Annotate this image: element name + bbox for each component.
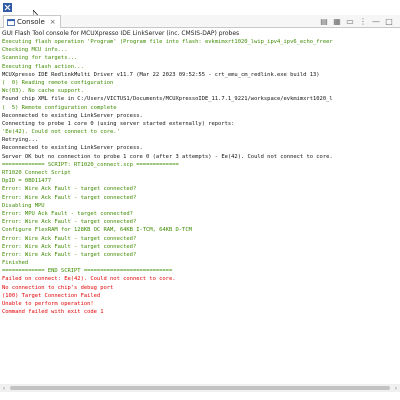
close-icon[interactable]: ×	[50, 18, 56, 26]
console-line: Failed on connect: Ee(42). Could not con…	[2, 276, 176, 283]
maximize-icon[interactable]: □	[384, 16, 394, 26]
console-line: Error: MPU Ack Fault - target connected?	[2, 210, 133, 217]
scroll-right-icon[interactable]: ›	[392, 384, 400, 392]
console-icon	[7, 18, 15, 26]
tab-console-label: Console	[17, 18, 45, 26]
console-line: MCUXpresso IDE RedlinkMulti Driver v11.7…	[2, 71, 320, 78]
console-line: Server OK but no connection to probe 1 c…	[2, 153, 333, 160]
console-output[interactable]: Executing flash operation 'Program' (Pro…	[2, 38, 398, 318]
console-line: Checking MCU info...	[2, 47, 68, 54]
console-line: 'Ee(42). Could not connect to core.'	[2, 129, 120, 136]
console-line: ( 0) Reading remote configuration	[2, 79, 114, 86]
app-icon	[3, 3, 12, 12]
clear-console-icon[interactable]: ▤	[319, 16, 329, 26]
console-line: Error: Wire Ack Fault - target connected…	[2, 235, 137, 242]
console-line: Error: Wire Ack Fault - target connected…	[2, 243, 137, 250]
console-line: Unable to perform operation!	[2, 301, 94, 307]
console-line: Error: Wire Ack Fault - target connected…	[2, 219, 137, 226]
console-line: RT1020 Connect Script	[2, 170, 71, 176]
console-line: Error: Wire Ack Fault - target connected…	[2, 194, 137, 201]
console-line: Error: Wire Ack Fault - target connected…	[2, 186, 137, 193]
scroll-lock-icon[interactable]: ▦	[332, 16, 342, 26]
console-line: Finished	[2, 260, 29, 267]
horizontal-scrollbar[interactable]: ‹ ›	[0, 384, 400, 392]
console-line: Scanning for targets...	[2, 55, 78, 62]
tab-console[interactable]: Console ×	[3, 15, 61, 28]
console-line: Reconnected to existing LinkServer proce…	[2, 145, 143, 152]
console-line: Disabling MPU	[2, 202, 45, 209]
console-line: Error: Wire Ack Fault - target connected…	[2, 251, 137, 258]
minimize-icon[interactable]: —	[371, 16, 381, 26]
console-line: (100) Target Connection Failed	[2, 292, 101, 299]
console-line: Retrying...	[2, 137, 39, 144]
scroll-left-icon[interactable]: ‹	[0, 384, 8, 392]
view-menu-icon[interactable]: ⋮	[358, 16, 368, 26]
console-toolbar: ▤ ▦ ▭ ⋮ — □	[319, 16, 394, 26]
console-line: Reconnected to existing LinkServer proce…	[2, 112, 143, 119]
console-line: DpID = 0BD11477	[2, 178, 52, 185]
console-line: Wc(03). No cache support.	[2, 88, 84, 95]
console-line: Executing flash action...	[2, 63, 84, 70]
scrollbar-thumb[interactable]	[10, 386, 390, 390]
console-line: Connecting to probe 1 core 0 (using serv…	[2, 120, 235, 127]
console-line: Command failed with exit code 1	[2, 309, 104, 316]
console-line: No connection to chip's debug port	[2, 284, 114, 291]
console-line: ============= END SCRIPT ===============…	[2, 268, 173, 275]
console-line: Executing flash operation 'Program' (Pro…	[2, 39, 333, 45]
window-titlebar	[0, 0, 400, 15]
console-line: Found chip XML file in C:/Users/VICTUS1/…	[2, 96, 333, 103]
console-line: Configure FlexRAM for 128KB OC RAM, 64KB…	[2, 227, 192, 234]
console-line: ( 5) Remote configuration complete	[2, 104, 117, 111]
console-line: ============= SCRIPT: RT1020_connect.scp…	[2, 161, 179, 168]
display-console-icon[interactable]: ▭	[345, 16, 355, 26]
